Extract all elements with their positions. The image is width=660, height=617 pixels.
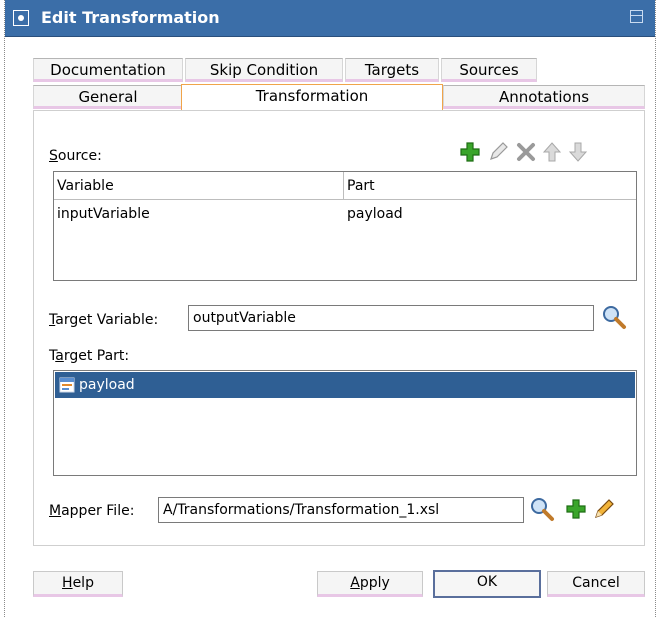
list-item-label: payload [79, 377, 135, 393]
tab-skip-condition[interactable]: Skip Condition [185, 58, 343, 82]
column-header-part[interactable]: Part [344, 172, 636, 200]
target-part-label: Target Part: [49, 348, 130, 364]
target-variable-label: Target Variable: [49, 312, 159, 328]
source-table: Variable Part inputVariable payload [53, 171, 637, 281]
source-label: Source: [49, 148, 102, 164]
edit-pencil-icon[interactable] [593, 498, 615, 520]
tab-general[interactable]: General [33, 85, 183, 109]
tab-documentation[interactable]: Documentation [33, 58, 183, 82]
search-icon[interactable] [601, 304, 627, 330]
cell-part: payload [347, 206, 403, 222]
mapper-file-label: Mapper File: [49, 503, 135, 519]
apply-button[interactable]: Apply [317, 571, 423, 597]
target-variable-field[interactable]: outputVariable [188, 305, 594, 331]
ok-button[interactable]: OK [433, 570, 541, 598]
title-bar[interactable]: Edit Transformation [5, 0, 655, 37]
search-icon[interactable] [529, 496, 555, 522]
help-button[interactable]: Help [33, 571, 123, 597]
part-element-icon [59, 377, 75, 393]
tab-targets[interactable]: Targets [345, 58, 439, 82]
system-menu-icon[interactable] [13, 10, 29, 26]
tab-transformation[interactable]: Transformation [181, 84, 443, 111]
cell-variable: inputVariable [57, 206, 150, 222]
delete-x-icon[interactable] [515, 141, 537, 163]
move-up-icon[interactable] [541, 141, 563, 163]
mapper-file-field[interactable]: A/Transformations/Transformation_1.xsl [158, 497, 524, 523]
list-item[interactable]: payload [55, 372, 635, 398]
column-header-variable[interactable]: Variable [54, 172, 344, 200]
maximize-icon[interactable] [629, 9, 645, 25]
cancel-button[interactable]: Cancel [547, 571, 645, 597]
target-part-list: payload [53, 370, 637, 476]
add-icon[interactable] [459, 141, 481, 163]
tab-annotations[interactable]: Annotations [443, 85, 645, 109]
edit-pencil-icon[interactable] [487, 141, 509, 163]
dialog-title: Edit Transformation [41, 8, 220, 27]
add-icon[interactable] [565, 498, 587, 520]
move-down-icon[interactable] [567, 141, 589, 163]
tab-sources[interactable]: Sources [441, 58, 537, 82]
edit-transformation-dialog: Edit Transformation Documentation Skip C… [4, 0, 656, 617]
